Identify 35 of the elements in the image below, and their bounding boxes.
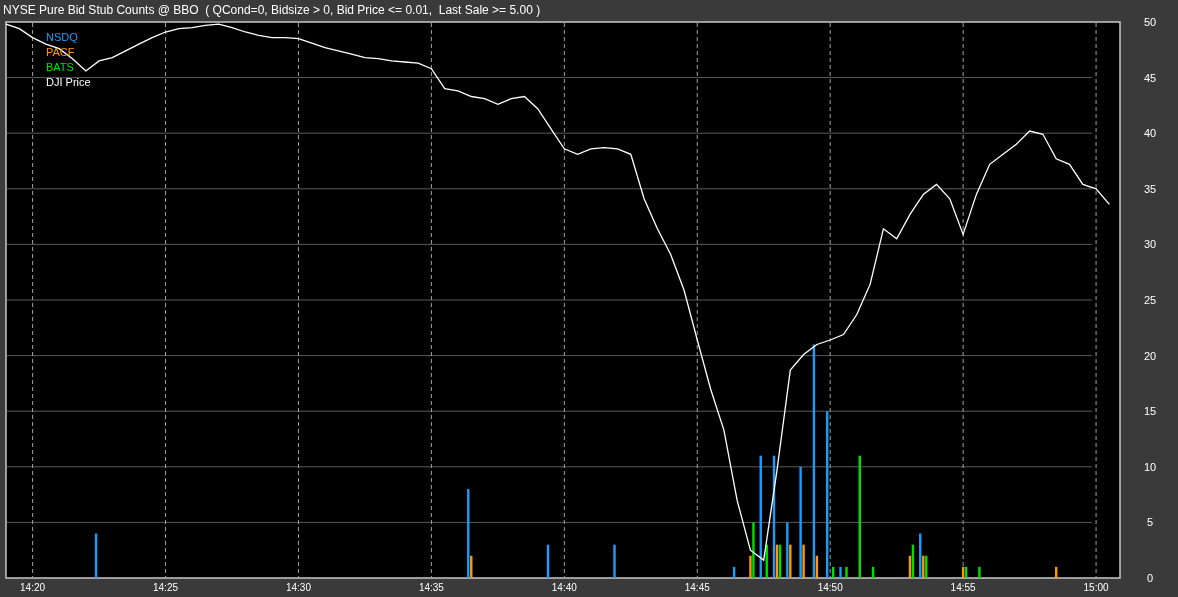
- bar: [871, 566, 875, 578]
- axis-label: 14:40: [551, 582, 577, 593]
- axis-label: 10: [1143, 460, 1157, 473]
- bar: [845, 566, 848, 578]
- axis-label: 45: [1143, 71, 1157, 84]
- legend-label: DJI Price: [46, 76, 91, 88]
- bar: [1055, 566, 1058, 578]
- axis-label: 14:30: [285, 582, 311, 593]
- bar: [94, 533, 98, 578]
- legend-label: NSDQ: [46, 31, 78, 43]
- bar: [732, 566, 736, 578]
- bar: [832, 566, 835, 578]
- axis-label: 20: [1143, 349, 1157, 362]
- axis-label: 5: [1146, 516, 1154, 529]
- axis-label: 15: [1143, 405, 1157, 418]
- axis-label: 14:25: [153, 582, 179, 593]
- axis-label: 35: [1143, 182, 1157, 195]
- axis-label: 14:45: [684, 582, 710, 593]
- axis-label: 25: [1143, 294, 1157, 306]
- bar: [613, 544, 616, 578]
- axis-label: 50: [1143, 16, 1157, 28]
- chart-title: NYSE Pure Bid Stub Counts @ BBO ( QCond=0, Bidsize > 0, Bid Price <= 0.01, Last Sale >= 5.00 ): [3, 4, 541, 16]
- axis-label: 30: [1143, 238, 1157, 251]
- axis-label: 14:55: [950, 582, 976, 593]
- axis-label: 0: [1146, 572, 1154, 584]
- legend-label: BATS: [46, 61, 74, 73]
- bar: [546, 544, 550, 578]
- axis-label: 14:20: [20, 582, 46, 593]
- bar: [978, 566, 981, 578]
- bar: [765, 544, 768, 578]
- axis-label: 15:00: [1083, 582, 1109, 593]
- axis-label: 14:35: [418, 582, 444, 593]
- bar: [839, 566, 842, 578]
- axis-label: 14:50: [817, 582, 843, 593]
- axis-label: 40: [1143, 127, 1157, 140]
